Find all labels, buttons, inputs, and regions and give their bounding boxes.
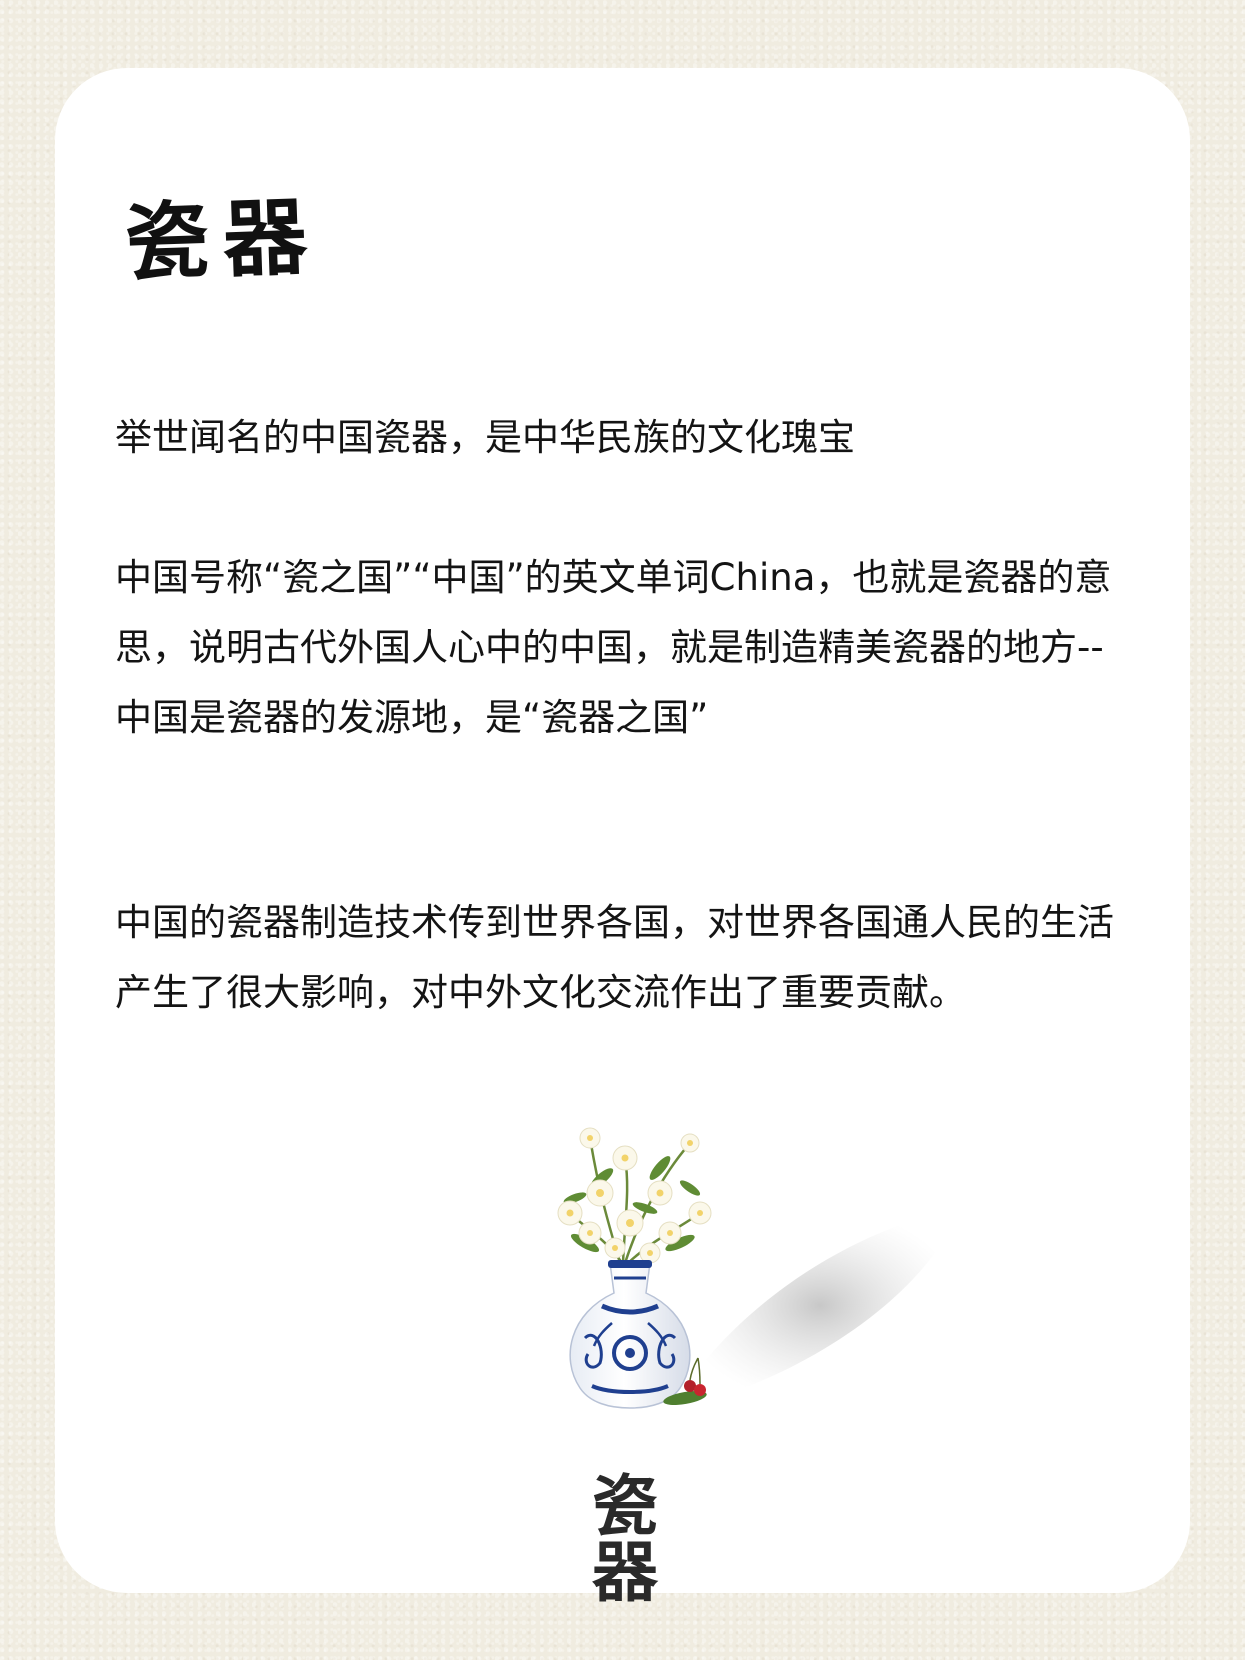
influence-paragraph: 中国的瓷器制造技术传到世界各国，对世界各国通人民的生活产生了很大影响，对中外文化… xyxy=(115,888,1130,1028)
paragraph-1: 举世闻名的中国瓷器，是中华民族的文化瑰宝 xyxy=(115,416,855,459)
intro-paragraph: 举世闻名的中国瓷器，是中华民族的文化瑰宝 xyxy=(115,403,1130,473)
china-name-paragraph: 中国号称“瓷之国”“中国”的英文单词China，也就是瓷器的意思，说明古代外国人… xyxy=(115,543,1130,753)
vase-shadow xyxy=(680,1208,960,1403)
paragraph-3: 中国的瓷器制造技术传到世界各国，对世界各国通人民的生活产生了很大影响，对中外文化… xyxy=(115,901,1114,1014)
content-card: 瓷器 举世闻名的中国瓷器，是中华民族的文化瑰宝 中国号称“瓷之国”“中国”的英文… xyxy=(55,68,1190,1605)
page-title: 瓷器 xyxy=(123,186,323,293)
flower-vase-icon xyxy=(557,1127,960,1409)
porcelain-vase xyxy=(569,1260,691,1409)
paragraph-2: 中国号称“瓷之国”“中国”的英文单词China，也就是瓷器的意思，说明古代外国人… xyxy=(115,556,1112,739)
illustration-caption: 瓷器 xyxy=(592,1467,668,1611)
